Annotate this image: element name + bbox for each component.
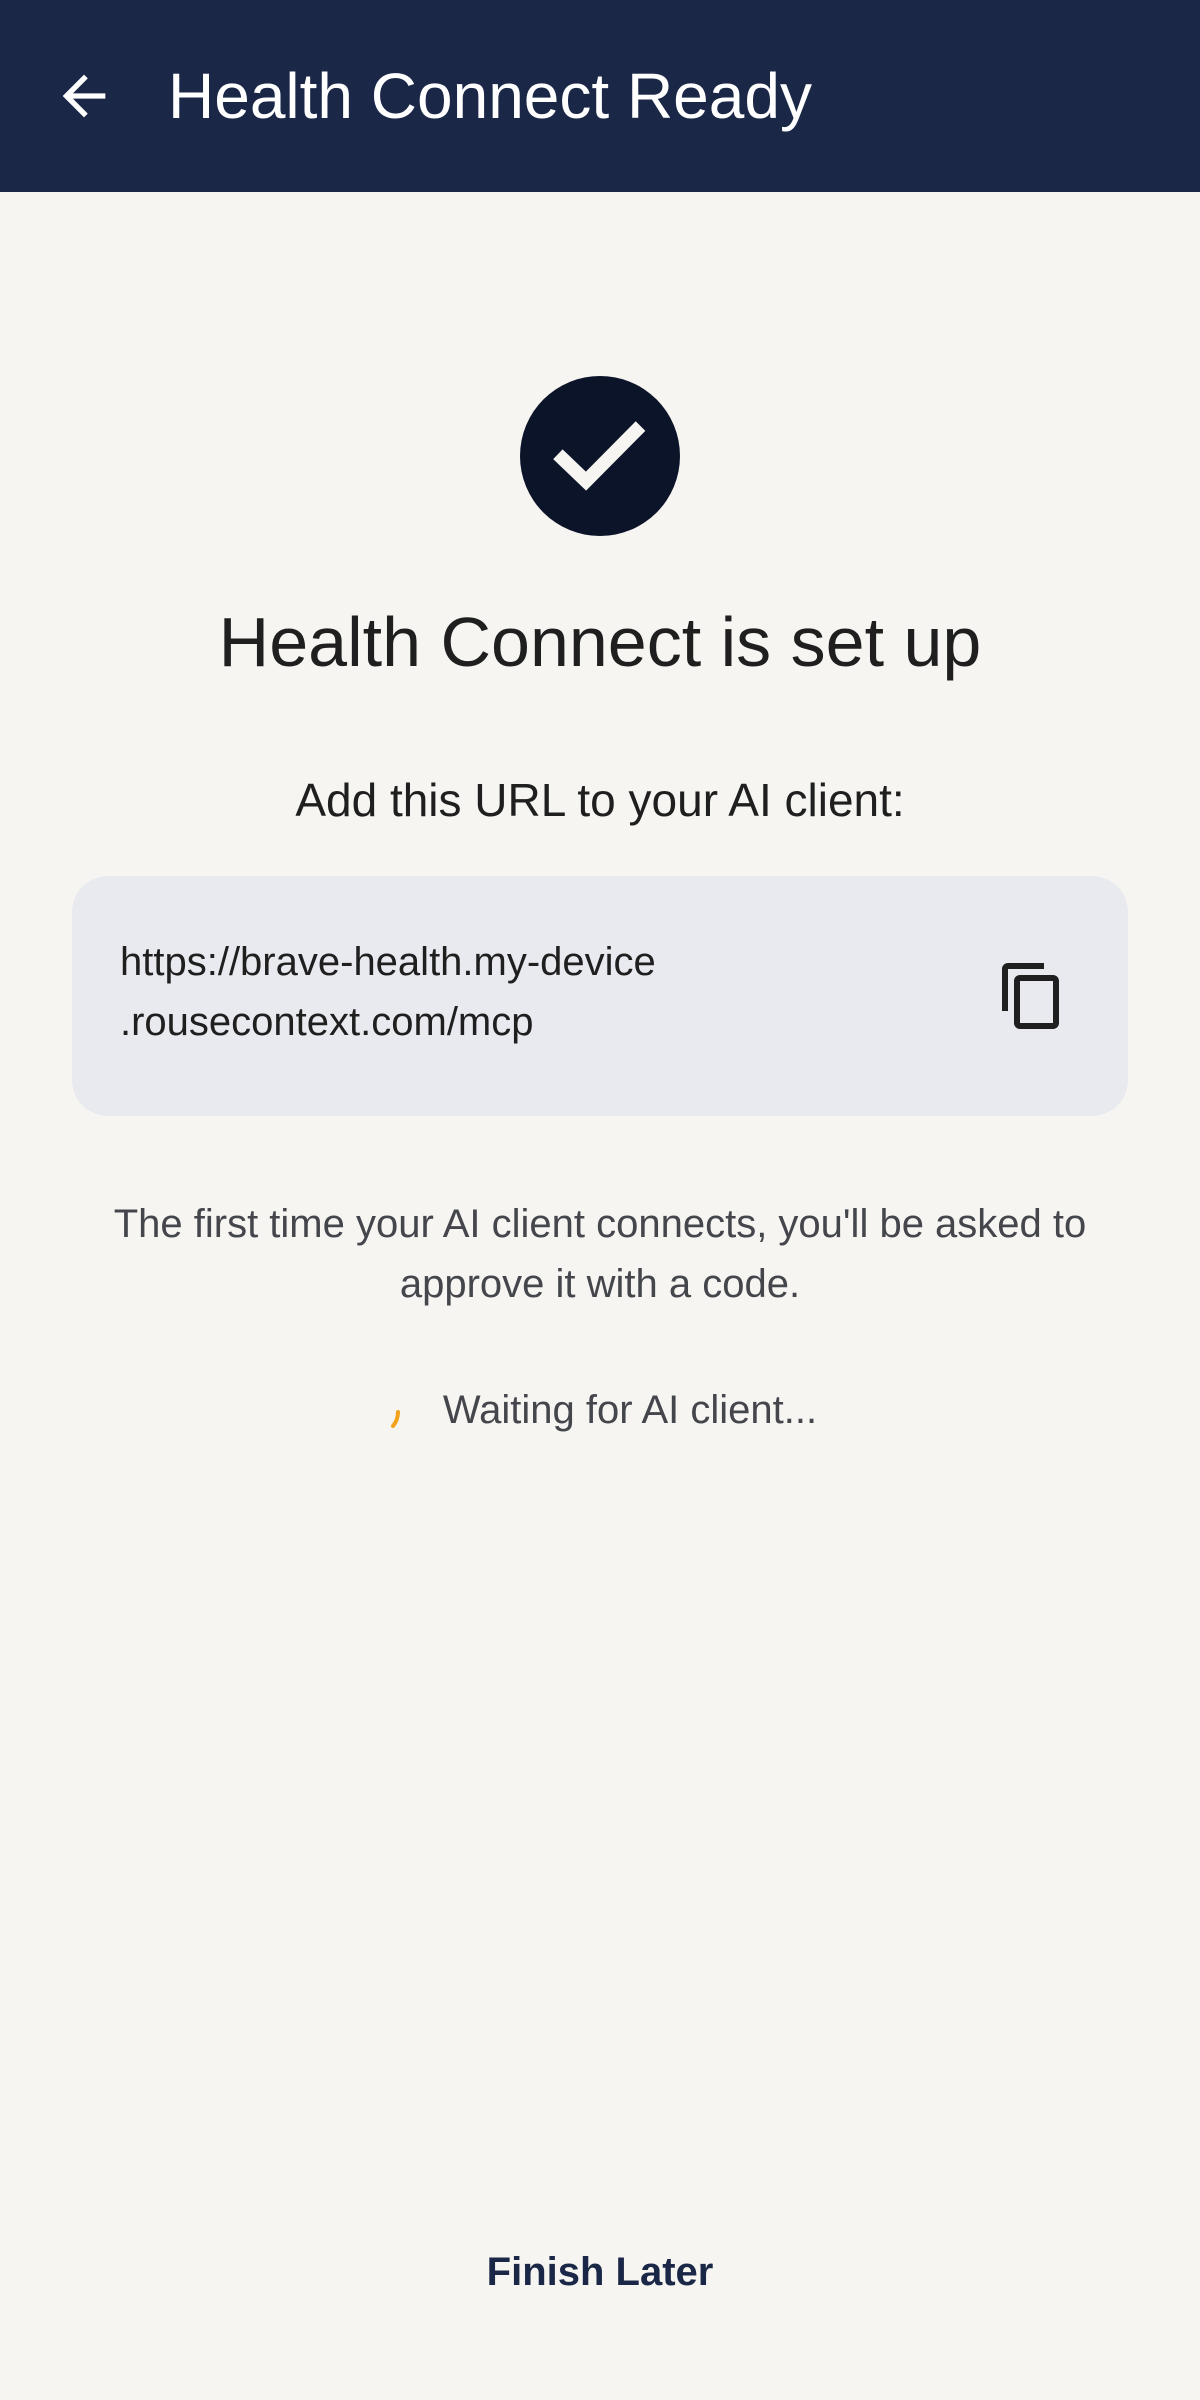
url-instruction: Add this URL to your AI client: [295,774,905,826]
status-text: Waiting for AI client... [442,1388,818,1432]
url-line-2: .rousecontext.com/mcp [120,1000,534,1044]
url-card: https://brave-health.my-device .rousecon… [72,876,1128,1116]
progress-spinner-icon [390,1410,400,1428]
copy-icon [1002,963,1059,1029]
finish-later-button[interactable]: Finish Later [420,2222,780,2322]
arrow-left-icon [62,74,106,118]
top-app-bar: Health Connect Ready [0,0,1200,192]
setup-headline: Health Connect is set up [218,603,982,681]
success-badge [520,376,680,536]
approval-helper-text: The first time your AI client connects, … [113,1202,1087,1306]
setup-content: Health Connect is set up Add this URL to… [0,192,1200,2400]
copy-url-button[interactable] [972,936,1092,1056]
url-line-1: https://brave-health.my-device [120,940,656,984]
connection-status: Waiting for AI client... [0,1382,1200,1438]
connection-url[interactable]: https://brave-health.my-device .rousecon… [120,932,840,1052]
check-circle-icon [553,421,646,491]
back-button[interactable] [24,36,144,156]
page-title: Health Connect Ready [168,60,812,132]
